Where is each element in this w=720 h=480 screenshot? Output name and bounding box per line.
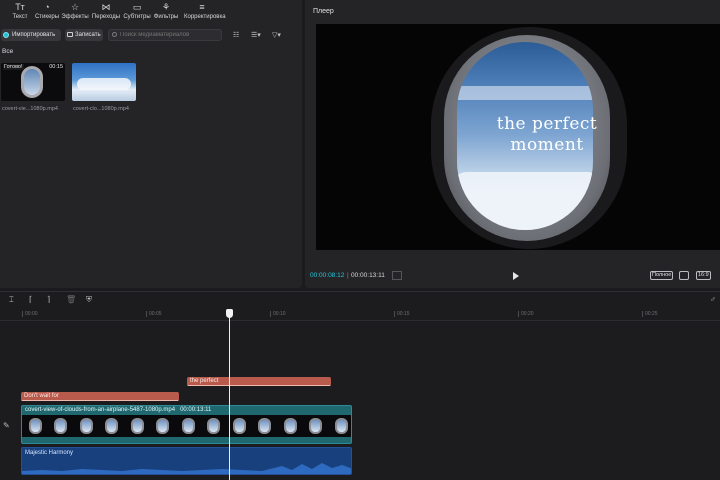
edit-icon[interactable]: ✎ (3, 421, 10, 430)
timeline-ruler[interactable]: 00:00 00:05 00:10 00:15 00:20 00:25 (0, 309, 720, 321)
search-icon (112, 32, 117, 37)
trim-right-icon[interactable]: ⌉ (47, 295, 50, 304)
timeline-toolbar: ⌶ ⌈ ⌉ 🗑 ⛨ ♂ (0, 292, 720, 308)
shield-icon[interactable]: ⛨ (86, 295, 92, 305)
timeline-panel: ⌶ ⌈ ⌉ 🗑 ⛨ ♂ 00:00 00:05 00:10 00:15 00:2… (0, 291, 720, 480)
camera-icon (67, 32, 73, 37)
video-preview[interactable]: the perfect moment (316, 24, 720, 250)
filter-icon[interactable]: ▽▾ (272, 31, 281, 39)
tool-adjust[interactable]: ≡ Корректировка (184, 2, 226, 21)
aspect-ratio-button[interactable]: 16:9 (696, 271, 711, 280)
audio-waveform (22, 463, 351, 474)
media-item-airplane-window[interactable]: Готово! 00:15 (1, 63, 65, 101)
media-item-filename: covert-vie...1080p.mp4 (2, 106, 58, 112)
import-icon (3, 32, 9, 38)
record-button[interactable]: Записать (65, 29, 103, 41)
ruler-tick: 00:00 (22, 311, 38, 317)
trim-left-icon[interactable]: ⌈ (29, 295, 32, 304)
video-overlay-text: the perfect moment (496, 114, 598, 155)
video-clip-thumbnails (22, 415, 351, 437)
adjust-icon: ≡ (199, 2, 205, 12)
ruler-tick: 00:10 (270, 311, 286, 317)
play-icon[interactable] (513, 272, 519, 280)
grid-view-icon[interactable]: ☷ (233, 31, 239, 39)
ruler-tick: 00:25 (642, 311, 658, 317)
playhead[interactable] (226, 309, 233, 480)
ruler-tick: 00:20 (518, 311, 534, 317)
ruler-tick: 00:05 (146, 311, 162, 317)
current-time: 00:00:08:12 (310, 272, 345, 279)
player-controls: 00:00:08:12 | 00:00:13:11 Полное 16:9 (310, 271, 711, 280)
media-item-clouds[interactable] (72, 63, 136, 101)
media-subbar: Импортировать Записать ☷ ☰▾ ▽▾ (0, 28, 302, 42)
audio-clip[interactable]: Majestic Harmony (21, 447, 352, 475)
category-label[interactable]: Все (2, 48, 13, 55)
fullscreen-button[interactable]: Полное (650, 271, 674, 280)
player-title: Плеер (313, 8, 334, 15)
media-item-filename: covert-clo...1080p.mp4 (73, 106, 129, 112)
text-clip[interactable]: the perfect (187, 377, 331, 386)
fit-screen-icon[interactable] (679, 271, 689, 280)
media-search-input[interactable] (108, 29, 222, 41)
media-toolbar: Tᴛ Текст ◔ Стикеры ☆ Эффекты ⋈ Переходы … (0, 0, 302, 24)
player-panel: Плеер the perfect moment 00:00:08:12 | 0… (305, 0, 720, 288)
import-button[interactable]: Импортировать (1, 29, 61, 41)
microphone-icon[interactable]: ♂ (710, 295, 716, 304)
total-time: 00:00:13:11 (351, 272, 385, 279)
text-clip[interactable]: Don't wait for (21, 392, 179, 401)
tool-filters[interactable]: ⚘ Фильтры (148, 2, 184, 21)
video-clip[interactable]: covert-view-of-clouds-from-an-airplane-5… (21, 405, 352, 444)
split-icon[interactable]: ⌶ (9, 295, 14, 305)
ruler-tick: 00:15 (394, 311, 410, 317)
grid-icon[interactable] (392, 271, 402, 280)
filters-icon: ⚘ (161, 2, 171, 12)
sort-icon[interactable]: ☰▾ (251, 31, 261, 39)
delete-icon[interactable]: 🗑 (66, 295, 76, 304)
media-panel: Tᴛ Текст ◔ Стикеры ☆ Эффекты ⋈ Переходы … (0, 0, 302, 288)
status-badge: Готово! (3, 64, 24, 70)
duration-badge: 00:15 (49, 64, 63, 70)
